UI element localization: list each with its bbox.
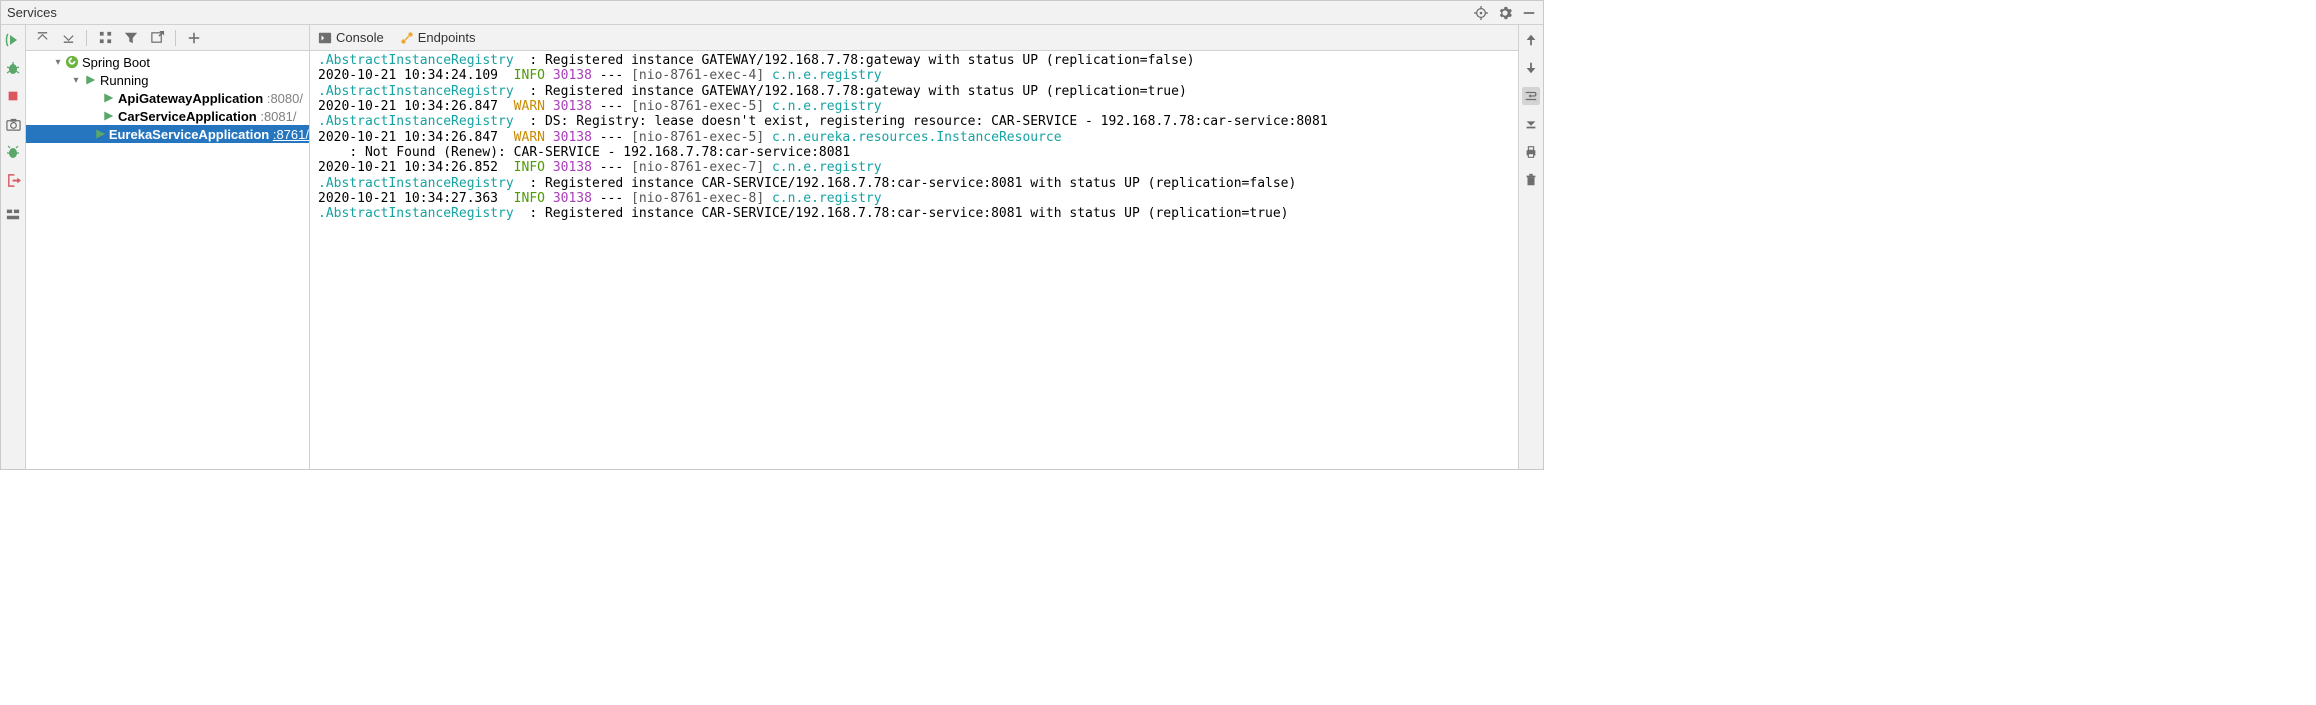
stop-icon[interactable] — [4, 87, 22, 105]
trash-icon[interactable] — [1522, 171, 1540, 189]
arrow-down-icon[interactable] — [1522, 59, 1540, 77]
panel-title: Services — [7, 5, 57, 20]
console-tab-bar: Console Endpoints — [310, 25, 1518, 51]
group-by-icon[interactable] — [95, 28, 115, 48]
filter-icon[interactable] — [121, 28, 141, 48]
tree-node-app-0[interactable]: ApiGatewayApplication :8080/ — [26, 89, 309, 107]
debug-services-icon[interactable] — [4, 143, 22, 161]
panel-header: Services — [1, 1, 1543, 25]
add-icon[interactable] — [184, 28, 204, 48]
play-icon — [93, 126, 107, 142]
play-icon — [100, 108, 116, 124]
rerun-icon[interactable] — [4, 31, 22, 49]
services-tree[interactable]: ▾ Spring Boot ▾ Running — [26, 51, 309, 469]
exit-icon[interactable] — [4, 171, 22, 189]
tab-endpoints[interactable]: Endpoints — [400, 30, 476, 45]
layout-icon[interactable] — [4, 205, 22, 223]
console-output[interactable]: .AbstractInstanceRegistry : Registered i… — [310, 51, 1518, 469]
arrow-up-icon[interactable] — [1522, 31, 1540, 49]
tree-node-app-1[interactable]: CarServiceApplication :8081/ — [26, 107, 309, 125]
left-action-gutter — [1, 25, 26, 469]
tree-toolbar — [26, 25, 309, 51]
tree-node-running[interactable]: ▾ Running — [26, 71, 309, 89]
print-icon[interactable] — [1522, 143, 1540, 161]
play-icon — [82, 72, 98, 88]
open-view-icon[interactable] — [147, 28, 167, 48]
gear-icon[interactable] — [1497, 5, 1513, 21]
camera-icon[interactable] — [4, 115, 22, 133]
collapse-all-icon[interactable] — [58, 28, 78, 48]
spring-boot-icon — [64, 54, 80, 70]
crosshair-icon[interactable] — [1473, 5, 1489, 21]
debug-icon[interactable] — [4, 59, 22, 77]
soft-wrap-icon[interactable] — [1522, 87, 1540, 105]
expand-all-icon[interactable] — [32, 28, 52, 48]
scroll-to-end-icon[interactable] — [1522, 115, 1540, 133]
play-icon — [100, 90, 116, 106]
tab-console[interactable]: Console — [318, 30, 384, 45]
tree-node-app-2[interactable]: EurekaServiceApplication :8761/ — [26, 125, 309, 143]
right-action-gutter — [1518, 25, 1543, 469]
minimize-icon[interactable] — [1521, 5, 1537, 21]
tree-node-spring-boot[interactable]: ▾ Spring Boot — [26, 53, 309, 71]
